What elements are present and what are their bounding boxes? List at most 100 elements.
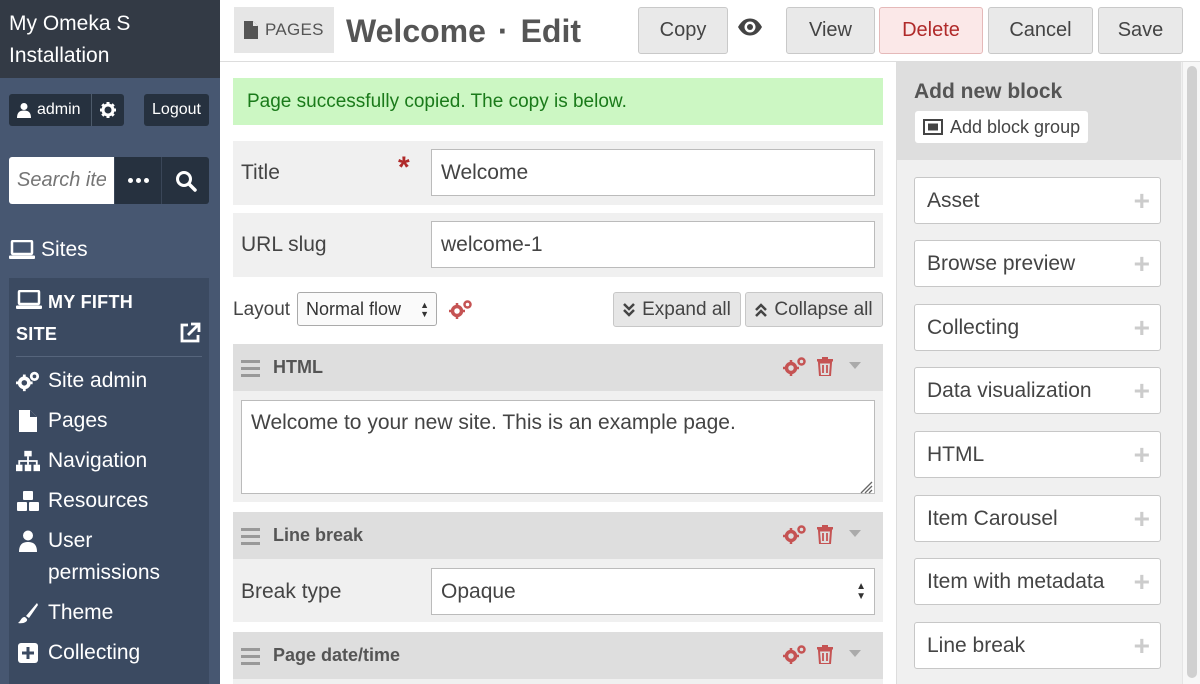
block-config-icon[interactable]: [783, 356, 807, 376]
resize-grip-icon[interactable]: [859, 480, 873, 494]
select-arrows-icon: ▲ ▼: [420, 300, 429, 319]
nav-label: Site admin: [48, 369, 148, 392]
installation-title[interactable]: My Omeka S Installation: [0, 0, 220, 78]
layout-select[interactable]: Normal flow ▲ ▼: [297, 292, 437, 326]
user-button[interactable]: admin: [9, 94, 91, 126]
plus-icon: +: [1133, 312, 1150, 343]
trash-icon[interactable]: [817, 644, 833, 664]
block-name: HTML: [273, 357, 323, 377]
plus-icon: +: [1133, 248, 1150, 279]
add-block-data-visualization[interactable]: Data visualization +: [914, 367, 1161, 414]
panel-scrollbar[interactable]: [1182, 62, 1200, 684]
page-edit-form: Page successfully copied. The copy is be…: [220, 62, 896, 684]
layout-config-icon[interactable]: [449, 299, 473, 319]
block-config-icon[interactable]: [783, 524, 807, 544]
view-button[interactable]: View: [786, 7, 875, 54]
nav-label: Resources: [48, 489, 149, 512]
slug-label: URL slug: [241, 233, 327, 256]
slug-field-row: URL slug welcome-1: [233, 213, 883, 277]
nav-resources[interactable]: Resources: [16, 485, 148, 517]
slug-input[interactable]: welcome-1: [431, 221, 875, 268]
copy-button[interactable]: Copy: [638, 7, 728, 54]
chevron-down-icon[interactable]: [849, 530, 861, 538]
nav-site-admin[interactable]: Site admin: [16, 365, 147, 397]
required-icon: *: [398, 151, 410, 184]
add-block-group-button[interactable]: Add block group: [915, 111, 1089, 143]
block-type-label: Browse preview: [927, 252, 1076, 275]
chevron-down-icon[interactable]: [849, 650, 861, 658]
expand-all-button[interactable]: Expand all: [613, 292, 741, 327]
drag-handle-icon[interactable]: [241, 360, 260, 381]
search-icon: [175, 170, 197, 192]
title-input[interactable]: Welcome: [431, 149, 875, 196]
expand-all-label: Expand all: [642, 298, 731, 320]
add-block-line-break[interactable]: Line break +: [914, 622, 1161, 669]
page-title-action: Edit: [520, 13, 581, 49]
nav-collecting[interactable]: Collecting: [16, 637, 140, 669]
add-block-browse-preview[interactable]: Browse preview +: [914, 240, 1161, 287]
user-settings-button[interactable]: [91, 94, 124, 126]
nav-label: Theme: [48, 601, 114, 624]
trash-icon[interactable]: [817, 524, 833, 544]
save-button[interactable]: Save: [1098, 7, 1183, 54]
drag-handle-icon[interactable]: [241, 648, 260, 669]
nav-label: Pages: [48, 409, 108, 432]
add-block-html[interactable]: HTML +: [914, 431, 1161, 478]
block-header: Line break: [233, 512, 883, 559]
gear-icon: [100, 102, 116, 118]
block-actions: [783, 356, 861, 376]
gears-icon: [16, 365, 40, 397]
break-type-value: Opaque: [441, 580, 516, 603]
html-block: HTML Welcome to your new site. This is a…: [233, 344, 883, 502]
collapse-all-button[interactable]: Collapse all: [745, 292, 883, 327]
nav-navigation[interactable]: Navigation: [16, 445, 147, 477]
trash-icon[interactable]: [817, 356, 833, 376]
add-block-collecting[interactable]: Collecting +: [914, 304, 1161, 351]
success-message: Page successfully copied. The copy is be…: [233, 78, 883, 125]
block-type-label: Item with metadata: [927, 570, 1105, 593]
cancel-button[interactable]: Cancel: [988, 7, 1093, 54]
nav-user-permissions[interactable]: User permissions: [16, 525, 202, 589]
html-content-editor[interactable]: Welcome to your new site. This is an exa…: [241, 400, 875, 494]
cubes-icon: [16, 485, 40, 517]
site-name-text: MY FIFTH SITE: [16, 292, 134, 344]
sitemap-icon: [16, 445, 40, 477]
sites-link[interactable]: Sites: [9, 238, 88, 262]
section-breadcrumb[interactable]: PAGES: [234, 7, 334, 53]
add-block-asset[interactable]: Asset +: [914, 177, 1161, 224]
plus-square-icon: [16, 637, 40, 669]
delete-button[interactable]: Delete: [879, 7, 983, 54]
double-chevron-down-icon: [623, 302, 636, 317]
search-input[interactable]: [9, 157, 114, 204]
site-name[interactable]: MY FIFTH SITE: [16, 286, 176, 350]
break-type-select[interactable]: Opaque ▲ ▼: [431, 568, 875, 615]
external-link-icon[interactable]: [179, 322, 201, 344]
block-actions: [783, 524, 861, 544]
add-block-item-carousel[interactable]: Item Carousel +: [914, 495, 1161, 542]
page-header: PAGES Welcome · Edit Copy View Delete Canc…: [220, 0, 1200, 62]
block-type-label: Data visualization: [927, 379, 1092, 402]
double-chevron-up-icon: [755, 302, 768, 317]
ellipsis-icon: [127, 178, 149, 183]
title-label: Title: [241, 161, 280, 184]
sites-label: Sites: [41, 238, 88, 261]
chevron-down-icon[interactable]: [849, 362, 861, 370]
plus-icon: +: [1133, 439, 1150, 470]
title-field-row: Title * Welcome: [233, 141, 883, 205]
drag-handle-icon[interactable]: [241, 528, 260, 549]
laptop-icon: [9, 240, 35, 260]
divider: [16, 356, 202, 357]
break-type-label: Break type: [241, 580, 342, 603]
add-block-item-with-metadata[interactable]: Item with metadata +: [914, 558, 1161, 605]
scrollbar-thumb[interactable]: [1187, 66, 1197, 678]
block-name: Line break: [273, 525, 364, 545]
logout-button[interactable]: Logout: [144, 94, 209, 126]
block-config-icon[interactable]: [783, 644, 807, 664]
eye-icon[interactable]: [737, 18, 763, 36]
block-type-label: Asset: [927, 189, 980, 212]
search-options-button[interactable]: [114, 157, 161, 204]
nav-pages[interactable]: Pages: [16, 405, 108, 437]
user-icon: [17, 102, 31, 118]
nav-theme[interactable]: Theme: [16, 597, 113, 629]
search-button[interactable]: [161, 157, 209, 204]
